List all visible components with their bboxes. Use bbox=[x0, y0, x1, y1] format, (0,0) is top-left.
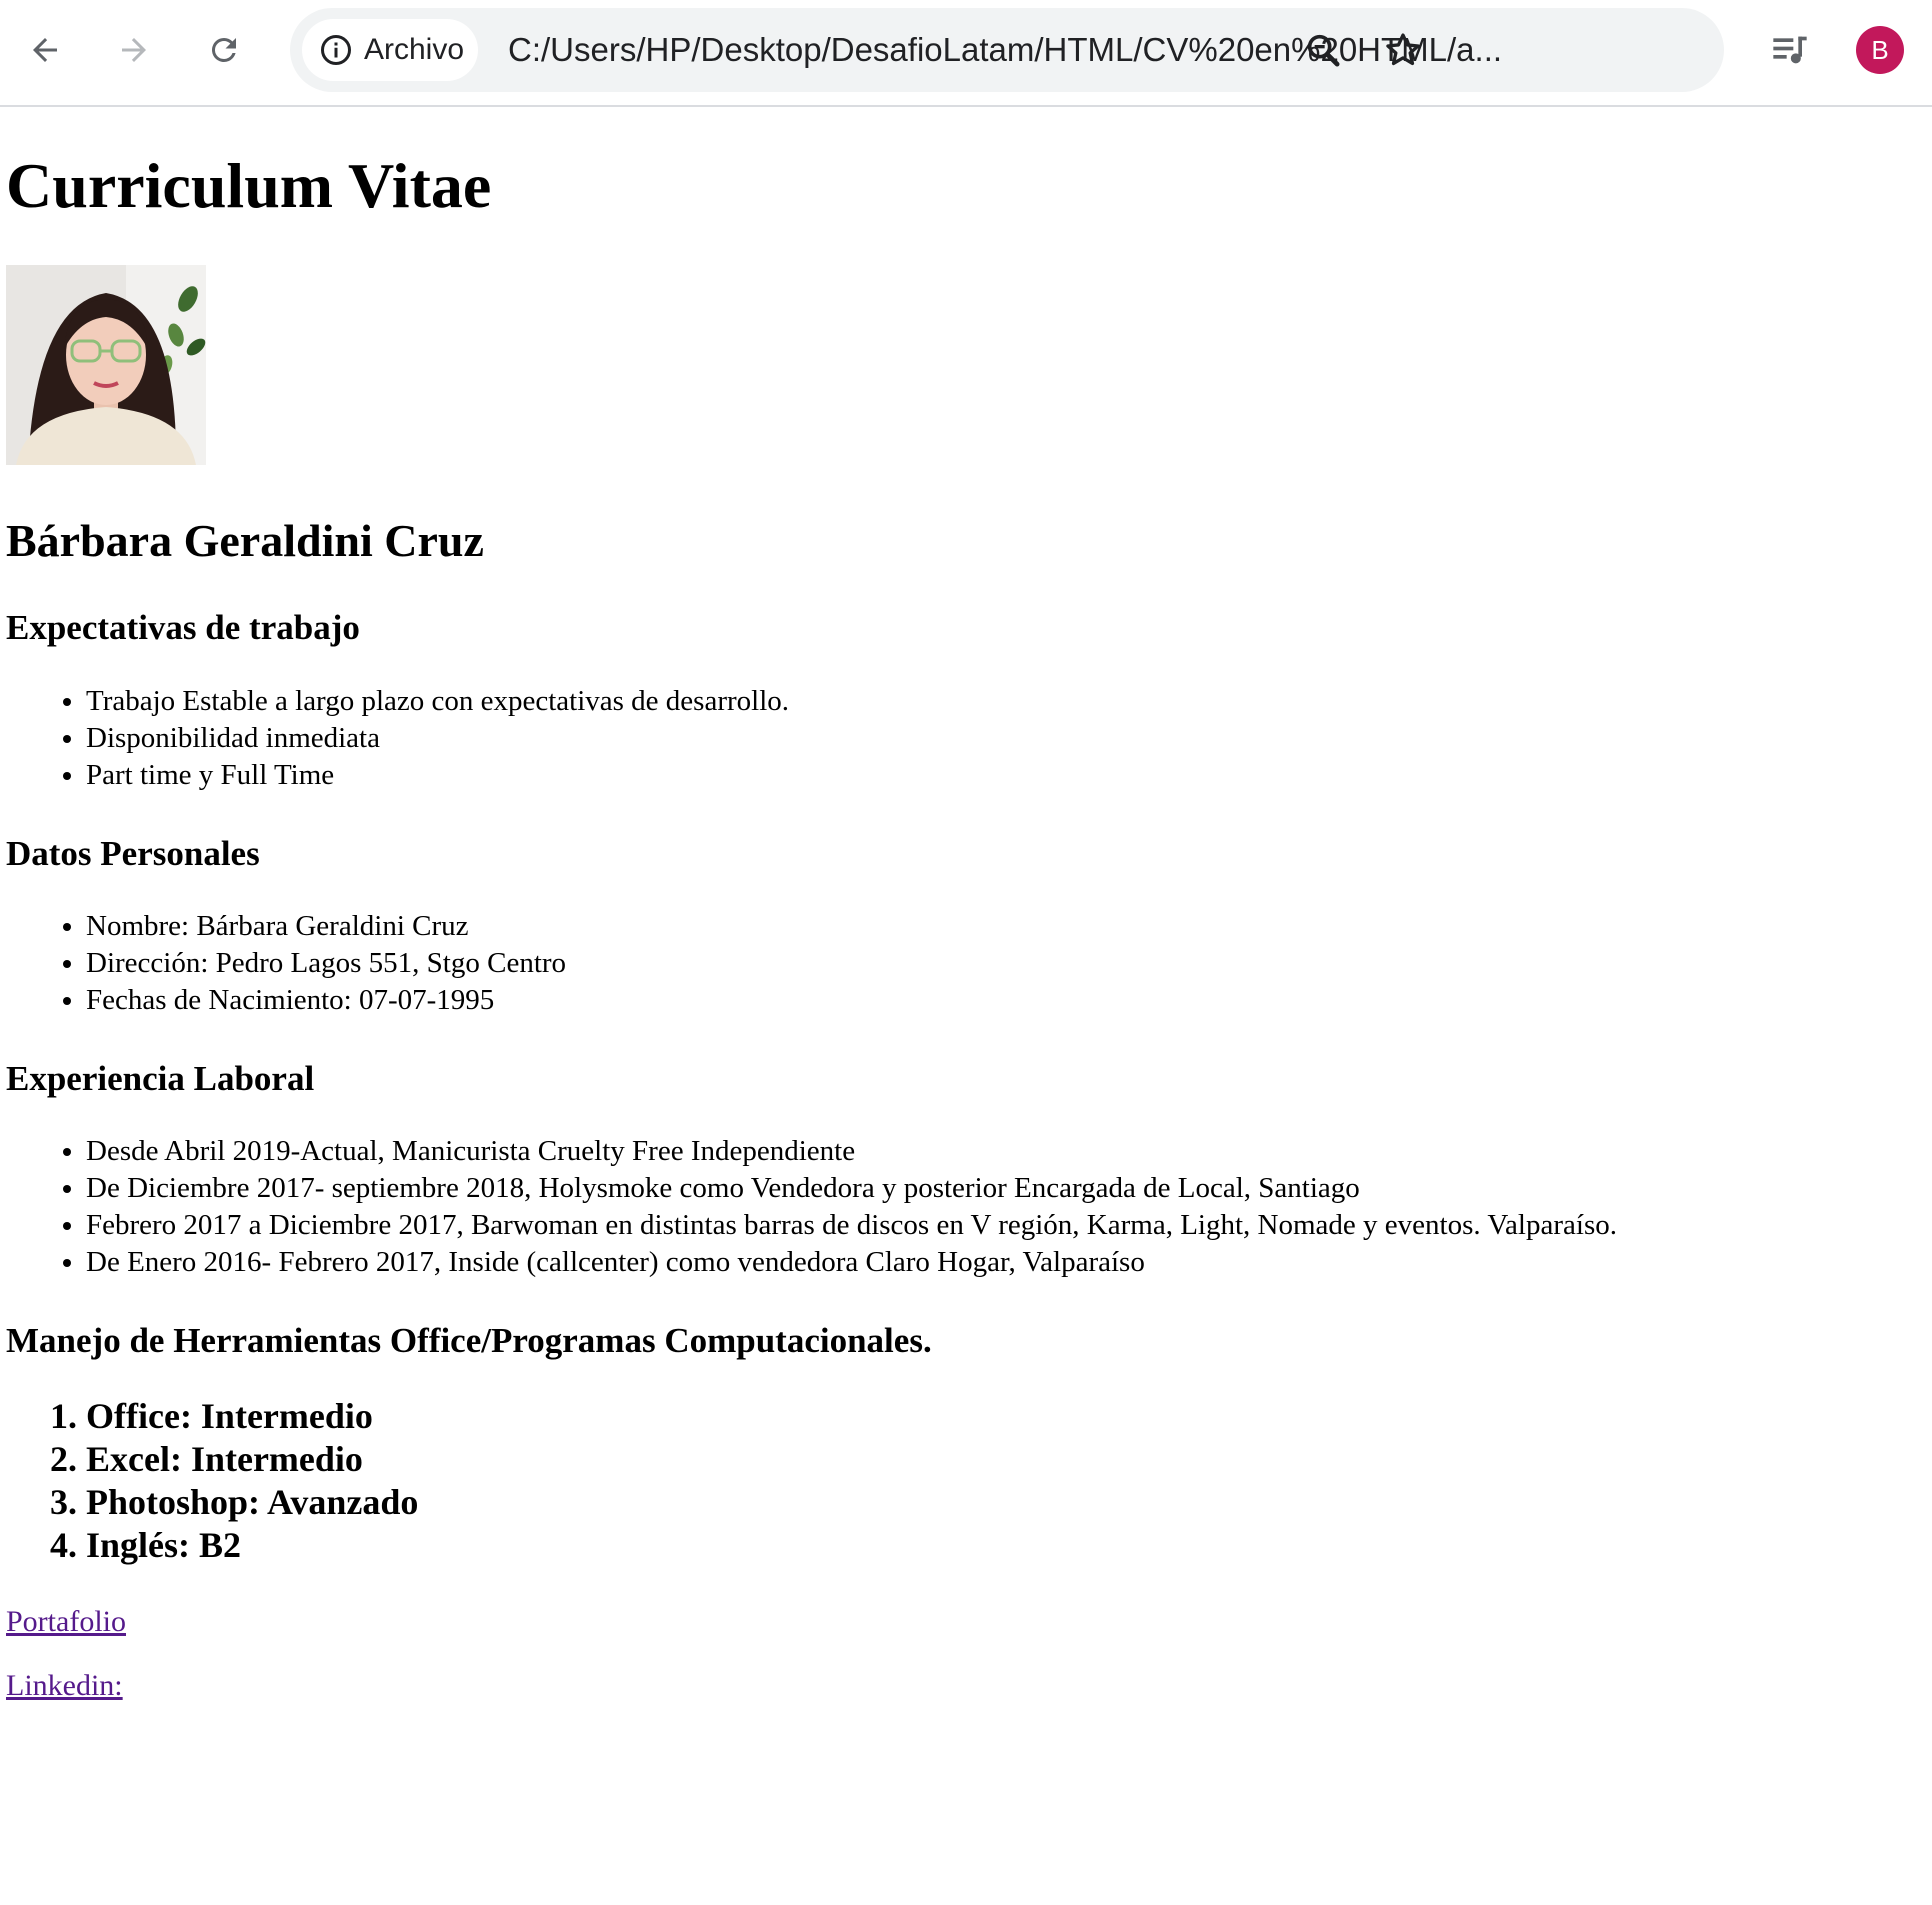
profile-photo bbox=[6, 265, 206, 466]
address-bar[interactable]: Archivo C:/Users/HP/Desktop/DesafioLatam… bbox=[290, 8, 1724, 92]
portafolio-paragraph: Portafolio bbox=[6, 1605, 1926, 1639]
media-queue-icon bbox=[1773, 36, 1807, 64]
list-item: Fechas de Nacimiento: 07-07-1995 bbox=[86, 982, 1926, 1019]
list-item: Inglés: B2 bbox=[86, 1524, 1926, 1567]
list-item: Photoshop: Avanzado bbox=[86, 1481, 1926, 1524]
media-queue-button[interactable] bbox=[1760, 20, 1820, 80]
links-section: Portafolio Linkedin: bbox=[6, 1605, 1926, 1703]
list-item: Desde Abril 2019-Actual, Manicurista Cru… bbox=[86, 1133, 1926, 1170]
list-item: Disponibilidad inmediata bbox=[86, 720, 1926, 757]
list-item: Office: Intermedio bbox=[86, 1395, 1926, 1438]
info-icon bbox=[321, 35, 351, 65]
browser-toolbar: Archivo C:/Users/HP/Desktop/DesafioLatam… bbox=[0, 0, 1932, 107]
profile-avatar[interactable]: B bbox=[1856, 26, 1904, 74]
portafolio-link[interactable]: Portafolio bbox=[6, 1605, 126, 1638]
profile-initial: B bbox=[1871, 34, 1889, 65]
experiencia-heading: Experiencia Laboral bbox=[6, 1058, 315, 1098]
herramientas-list: Office: Intermedio Excel: Intermedio Pho… bbox=[6, 1395, 1926, 1567]
herramientas-heading: Manejo de Herramientas Office/Programas … bbox=[6, 1321, 932, 1361]
datos-list: Nombre: Bárbara Geraldini Cruz Dirección… bbox=[6, 908, 1926, 1019]
forward-arrow-icon bbox=[122, 38, 146, 62]
list-item: De Enero 2016- Febrero 2017, Inside (cal… bbox=[86, 1244, 1926, 1281]
site-info-chip[interactable]: Archivo bbox=[302, 19, 478, 81]
star-icon bbox=[1386, 33, 1420, 66]
back-arrow-icon bbox=[33, 38, 57, 62]
datos-heading: Datos Personales bbox=[6, 833, 260, 873]
expectativas-list: Trabajo Estable a largo plazo con expect… bbox=[6, 683, 1926, 794]
list-item: Febrero 2017 a Diciembre 2017, Barwoman … bbox=[86, 1207, 1926, 1244]
forward-button[interactable] bbox=[104, 20, 164, 80]
reload-button[interactable] bbox=[194, 20, 254, 80]
back-button[interactable] bbox=[15, 20, 75, 80]
page-content: Curriculum Vitae Bárbara Geraldini Cruz … bbox=[0, 150, 1932, 1703]
reload-icon bbox=[211, 37, 236, 62]
candidate-name: Bárbara Geraldini Cruz bbox=[6, 515, 484, 567]
page-title: Curriculum Vitae bbox=[6, 150, 492, 221]
zoom-button[interactable] bbox=[1293, 20, 1353, 80]
linkedin-paragraph: Linkedin: bbox=[6, 1669, 1926, 1703]
experiencia-list: Desde Abril 2019-Actual, Manicurista Cru… bbox=[6, 1133, 1926, 1281]
linkedin-link[interactable]: Linkedin: bbox=[6, 1669, 123, 1702]
list-item: Excel: Intermedio bbox=[86, 1438, 1926, 1481]
zoom-icon bbox=[1307, 34, 1340, 67]
list-item: Trabajo Estable a largo plazo con expect… bbox=[86, 683, 1926, 720]
list-item: Nombre: Bárbara Geraldini Cruz bbox=[86, 908, 1926, 945]
expectativas-heading: Expectativas de trabajo bbox=[6, 608, 360, 648]
list-item: Part time y Full Time bbox=[86, 757, 1926, 794]
list-item: Dirección: Pedro Lagos 551, Stgo Centro bbox=[86, 945, 1926, 982]
list-item: De Diciembre 2017- septiembre 2018, Holy… bbox=[86, 1170, 1926, 1207]
site-info-label: Archivo bbox=[364, 33, 465, 66]
bookmark-button[interactable] bbox=[1373, 20, 1433, 80]
